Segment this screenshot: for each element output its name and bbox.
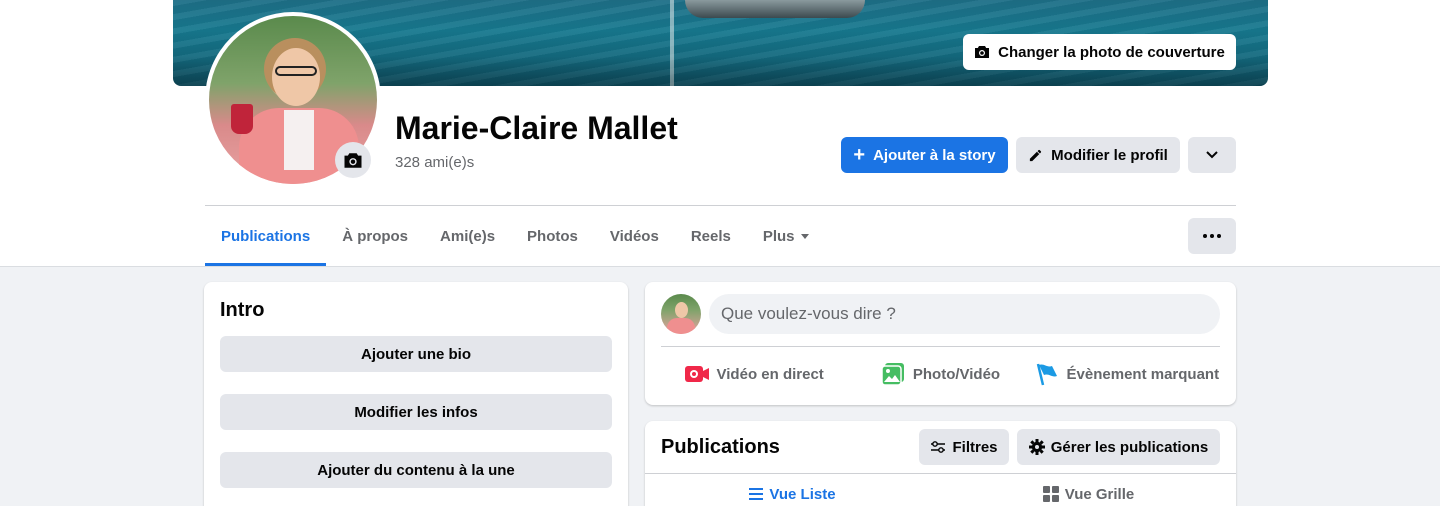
status-input[interactable]: Que voulez-vous dire ? (709, 294, 1220, 334)
add-to-story-label: Ajouter à la story (873, 146, 996, 164)
edit-profile-label: Modifier le profil (1051, 146, 1168, 164)
tab-more[interactable]: Plus (747, 206, 825, 266)
intro-card: Intro Ajouter une bio Modifier les infos… (204, 282, 628, 506)
live-video-button[interactable]: Vidéo en direct (661, 354, 847, 394)
post-composer: Que voulez-vous dire ? Vidéo en direct P… (645, 282, 1236, 405)
change-cover-photo-label: Changer la photo de couverture (998, 43, 1225, 61)
grid-view-tab[interactable]: Vue Grille (941, 474, 1236, 506)
edit-profile-button[interactable]: Modifier le profil (1016, 137, 1180, 173)
gear-icon (1028, 439, 1045, 455)
live-video-icon (684, 366, 709, 382)
filters-button[interactable]: Filtres (919, 429, 1009, 465)
dot-icon (1203, 234, 1207, 238)
profile-name: Marie-Claire Mallet (395, 110, 678, 146)
manage-posts-button[interactable]: Gérer les publications (1017, 429, 1220, 465)
photo-icon (881, 363, 904, 386)
grid-icon (1042, 486, 1059, 502)
add-to-story-button[interactable]: + Ajouter à la story (841, 137, 1008, 173)
tab-videos[interactable]: Vidéos (594, 206, 675, 266)
publications-title: Publications (661, 436, 780, 458)
pier-shape (685, 0, 865, 18)
chevron-down-icon (1206, 151, 1218, 159)
sliders-icon (931, 441, 946, 453)
plus-icon: + (853, 144, 866, 166)
more-options-button[interactable] (1188, 137, 1236, 173)
camera-icon (344, 152, 362, 168)
tab-reels[interactable]: Reels (675, 206, 747, 266)
life-event-button[interactable]: Évènement marquant (1034, 354, 1220, 394)
tab-publications[interactable]: Publications (205, 206, 327, 266)
composer-divider (661, 346, 1220, 347)
intro-title: Intro (220, 299, 265, 321)
edit-details-button[interactable]: Modifier les infos (220, 394, 612, 430)
add-featured-button[interactable]: Ajouter du contenu à la une (220, 452, 612, 488)
friends-count[interactable]: 328 ami(e)s (395, 154, 474, 171)
tab-friends[interactable]: Ami(e)s (424, 206, 511, 266)
flag-icon (1036, 363, 1057, 386)
dot-icon (1217, 234, 1221, 238)
camera-icon (975, 46, 990, 58)
tab-about[interactable]: À propos (326, 206, 424, 266)
profile-tabs: Publications À propos Ami(e)s Photos Vid… (205, 206, 825, 266)
caret-down-icon (800, 233, 809, 239)
pencil-icon (1030, 149, 1042, 161)
photo-video-button[interactable]: Photo/Vidéo (847, 354, 1033, 394)
avatar[interactable] (661, 294, 701, 334)
list-view-tab[interactable]: Vue Liste (645, 474, 940, 506)
change-cover-photo-button[interactable]: Changer la photo de couverture (963, 34, 1236, 70)
add-bio-button[interactable]: Ajouter une bio (220, 336, 612, 372)
list-icon (749, 488, 764, 500)
tab-photos[interactable]: Photos (511, 206, 594, 266)
dot-icon (1210, 234, 1214, 238)
tab-options-button[interactable] (1188, 218, 1236, 254)
publications-card: Publications Filtres Gérer les publicati… (645, 421, 1236, 506)
update-profile-picture-button[interactable] (335, 142, 371, 178)
